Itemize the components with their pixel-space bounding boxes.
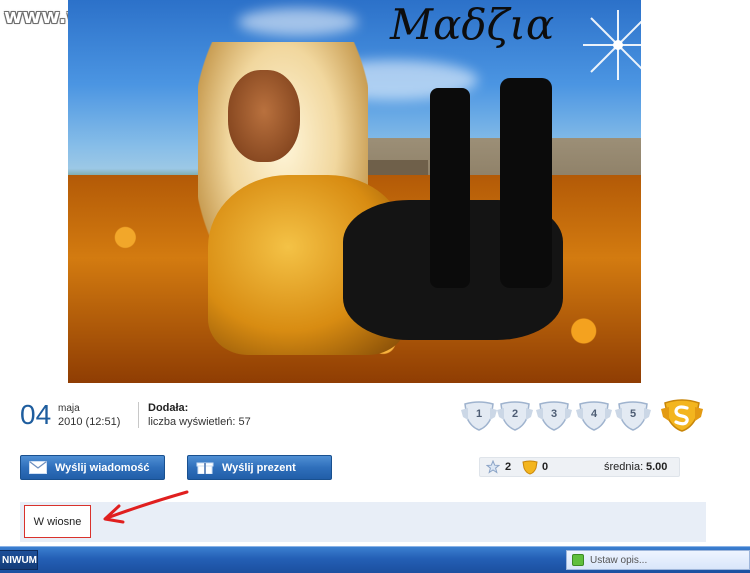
send-gift-button[interactable]: Wyślij prezent xyxy=(187,455,332,480)
rate-4-button[interactable]: 4 xyxy=(576,400,612,432)
send-message-button[interactable]: Wyślij wiadomość xyxy=(20,455,165,480)
rate-label: 3 xyxy=(550,408,558,420)
post-day: 04 xyxy=(20,399,52,430)
rate-label: 5 xyxy=(629,408,637,420)
post-month: maja xyxy=(58,403,80,414)
view-count: liczba wyświetleń: 57 xyxy=(148,416,251,428)
rate-label: 4 xyxy=(590,408,598,420)
average-value: 5.00 xyxy=(646,461,668,473)
red-arrow-icon xyxy=(103,490,189,524)
star-count: 2 xyxy=(505,461,512,473)
star-icon xyxy=(486,460,500,474)
status-description-field[interactable]: Ustaw opis... xyxy=(566,550,750,570)
rating-stats: 2 0 średnia: 5.00 xyxy=(479,457,680,477)
rate-2-button[interactable]: 2 xyxy=(497,400,533,432)
cloud xyxy=(238,8,358,36)
description-text: W wiosne xyxy=(24,505,91,538)
rate-1-button[interactable]: 1 xyxy=(461,400,497,432)
added-by-label: Dodała: xyxy=(148,402,189,414)
send-message-label: Wyślij wiadomość xyxy=(55,461,150,474)
boot xyxy=(430,88,470,288)
rate-label: 1 xyxy=(475,408,483,420)
super-count: 0 xyxy=(542,461,549,473)
super-shield-icon xyxy=(522,460,538,475)
divider xyxy=(138,402,139,428)
rate-3-button[interactable]: 3 xyxy=(536,400,572,432)
taskbar-app-button[interactable]: NIWUM xyxy=(0,550,38,570)
post-year-time: 2010 (12:51) xyxy=(58,416,121,428)
photo-title: Μαδζια xyxy=(390,0,555,49)
person-face xyxy=(228,70,300,162)
status-placeholder: Ustaw opis... xyxy=(590,554,648,566)
boot xyxy=(500,78,552,288)
gift-icon xyxy=(196,462,214,474)
sparkle-icon xyxy=(583,10,641,80)
taskbar: NIWUM Ustaw opis... xyxy=(0,546,750,573)
rate-label: 2 xyxy=(511,408,519,420)
envelope-icon xyxy=(29,461,47,474)
super-rating-icon[interactable] xyxy=(661,397,703,433)
average-label: średnia: xyxy=(604,461,644,473)
send-gift-label: Wyślij prezent xyxy=(222,461,296,474)
rate-5-button[interactable]: 5 xyxy=(615,400,651,432)
profile-photo[interactable]: Μαδζια xyxy=(68,0,641,383)
status-online-icon xyxy=(572,554,584,566)
